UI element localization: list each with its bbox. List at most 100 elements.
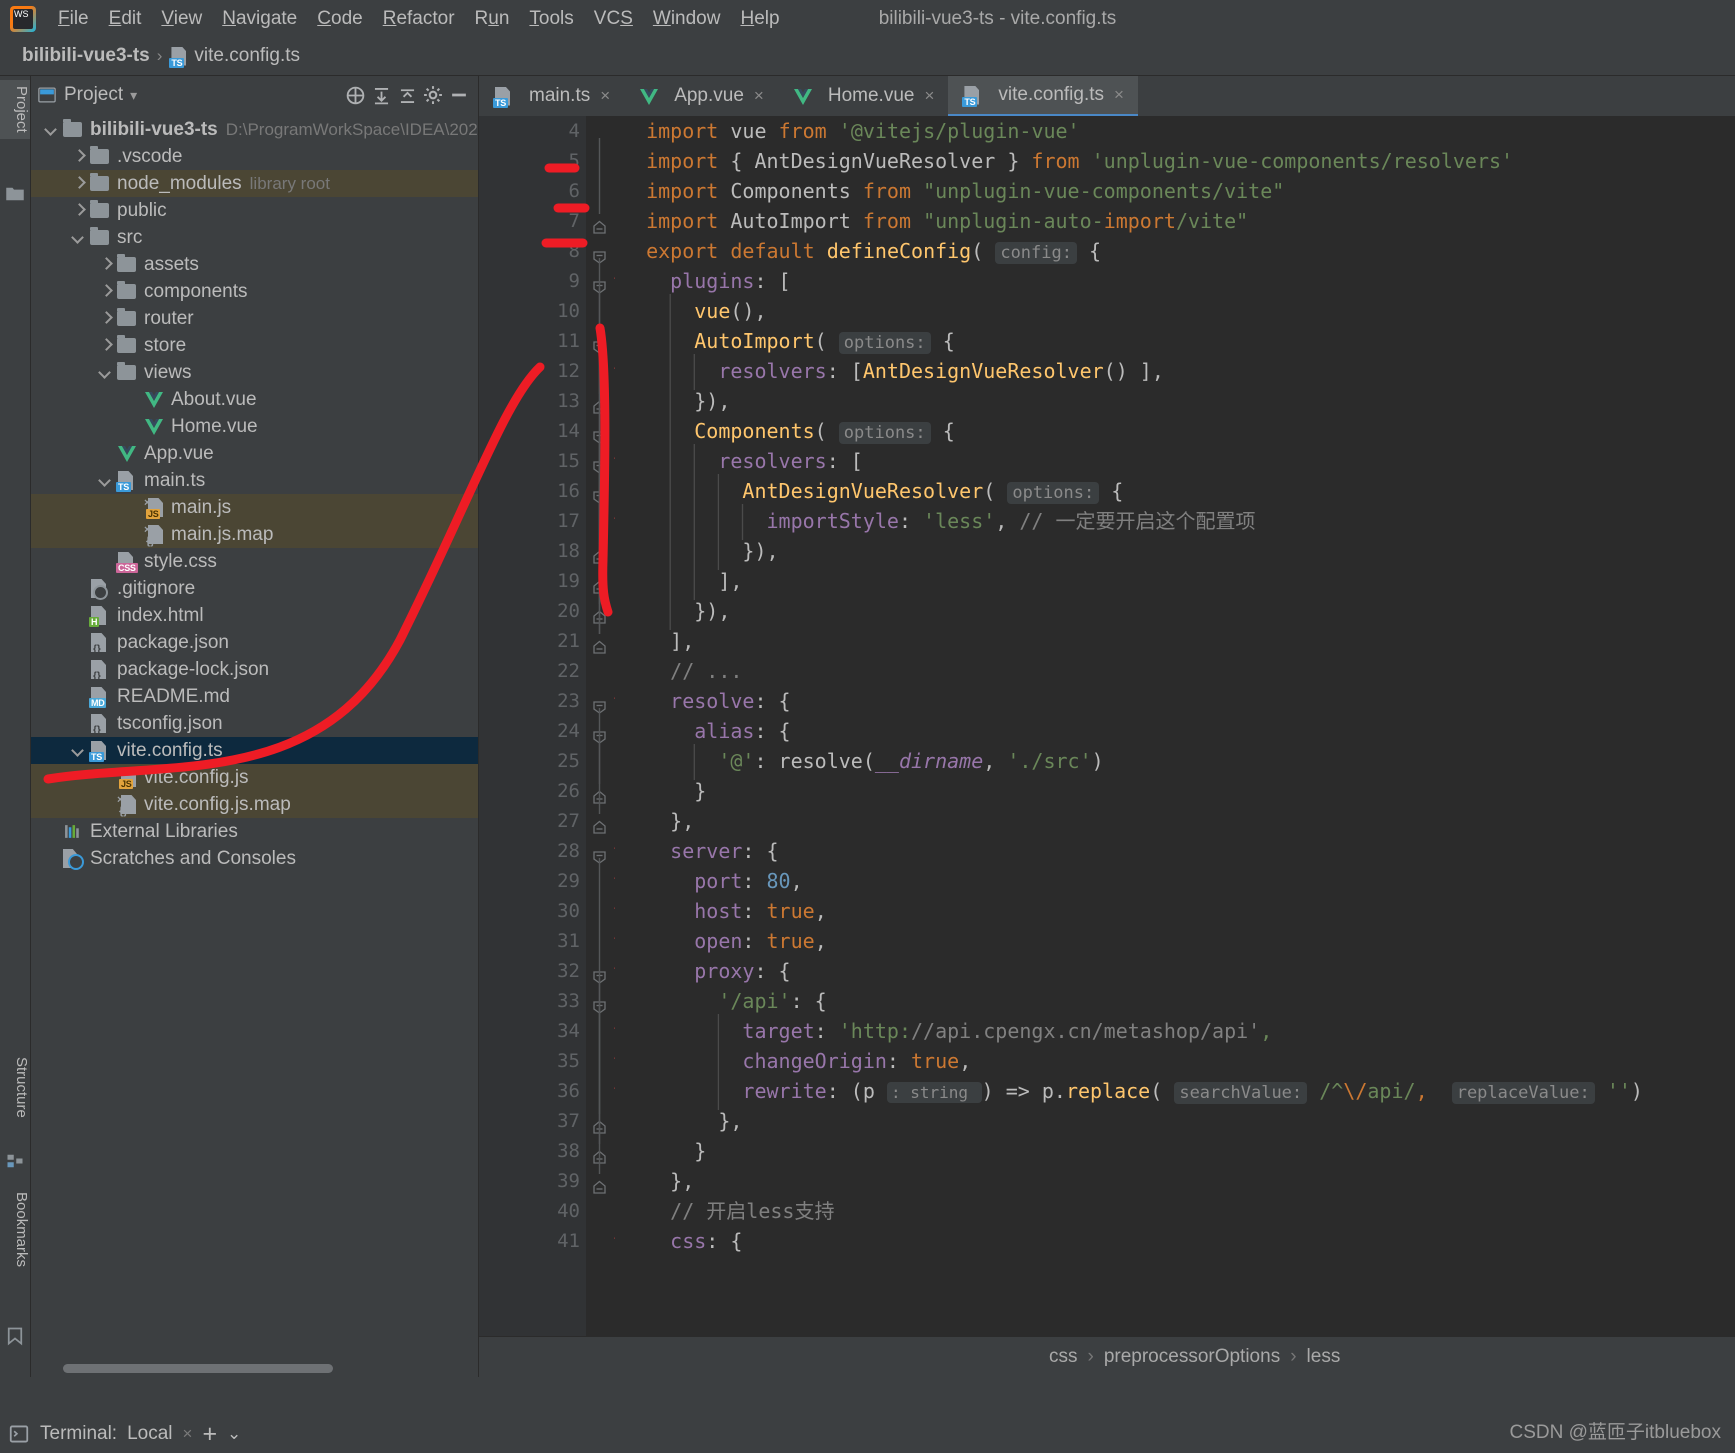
chevron-down-icon[interactable]: ▾ (130, 87, 137, 104)
tree-item[interactable]: package-lock.json (31, 656, 478, 683)
menu-view[interactable]: View (151, 5, 212, 33)
fold-collapse-icon[interactable] (592, 213, 607, 228)
code-line[interactable]: Components( options: { (622, 416, 1735, 446)
expand-all-icon[interactable] (368, 82, 394, 108)
breadcrumb-item-0[interactable]: css (1049, 1346, 1078, 1368)
gear-icon[interactable] (420, 82, 446, 108)
chevron-right-icon[interactable] (70, 175, 87, 192)
code-line[interactable]: resolvers: [AntDesignVueResolver() ], (622, 356, 1735, 386)
code-line[interactable]: // ... (622, 656, 1735, 686)
close-icon[interactable]: × (600, 86, 610, 106)
code-line[interactable]: alias: { (622, 716, 1735, 746)
fold-expand-icon[interactable] (592, 453, 607, 468)
menu-window[interactable]: Window (643, 5, 731, 33)
scroll-from-source-icon[interactable] (342, 82, 368, 108)
tree-item[interactable]: public (31, 197, 478, 224)
code-line[interactable]: vue(), (622, 296, 1735, 326)
editor-tab[interactable]: TSmain.ts× (479, 76, 624, 116)
tree-item[interactable]: ×{}main.js.map (31, 521, 478, 548)
tree-item[interactable]: components (31, 278, 478, 305)
chevron-right-icon[interactable] (97, 310, 114, 327)
fold-expand-icon[interactable] (592, 333, 607, 348)
tool-window-bookmarks[interactable]: Bookmarks (0, 1186, 30, 1273)
close-icon[interactable]: × (1114, 85, 1124, 105)
menu-vcs[interactable]: VCS (584, 5, 643, 33)
tree-item[interactable]: CSSstyle.css (31, 548, 478, 575)
chevron-down-icon[interactable] (70, 742, 87, 759)
code-line[interactable]: }), (622, 386, 1735, 416)
code-line[interactable]: server: { (622, 836, 1735, 866)
breadcrumb-item-2[interactable]: less (1307, 1346, 1341, 1368)
code-line[interactable]: }), (622, 536, 1735, 566)
close-icon[interactable]: × (183, 1424, 193, 1444)
menu-edit[interactable]: Edit (99, 5, 152, 33)
code-line[interactable]: rewrite: (p : string ) => p.replace( sea… (622, 1076, 1735, 1106)
tree-item[interactable]: bilibili-vue3-tsD:\ProgramWorkSpace\IDEA… (31, 116, 478, 143)
fold-expand-icon[interactable] (592, 993, 607, 1008)
code-line[interactable]: import AutoImport from "unplugin-auto-im… (622, 206, 1735, 236)
tree-item[interactable]: views (31, 359, 478, 386)
fold-collapse-icon[interactable] (592, 1113, 607, 1128)
tree-item[interactable]: node_moduleslibrary root (31, 170, 478, 197)
project-tree[interactable]: bilibili-vue3-tsD:\ProgramWorkSpace\IDEA… (31, 114, 478, 1377)
code-editor[interactable]: 4567890101112013141501617018192021222302… (479, 116, 1735, 1336)
fold-expand-icon[interactable] (592, 963, 607, 978)
tool-window-project[interactable]: Project (0, 80, 30, 139)
tree-item[interactable]: Hindex.html (31, 602, 478, 629)
code-line[interactable]: } (622, 776, 1735, 806)
fold-collapse-icon[interactable] (592, 573, 607, 588)
code-line[interactable]: open: true, (622, 926, 1735, 956)
tree-item[interactable]: store (31, 332, 478, 359)
tree-item[interactable]: package.json (31, 629, 478, 656)
chevron-right-icon[interactable] (70, 148, 87, 165)
menu-code[interactable]: Code (307, 5, 372, 33)
tree-item[interactable]: tsconfig.json (31, 710, 478, 737)
code-line[interactable]: port: 80, (622, 866, 1735, 896)
fold-collapse-icon[interactable] (592, 603, 607, 618)
tree-item[interactable]: router (31, 305, 478, 332)
menu-tools[interactable]: Tools (519, 5, 583, 33)
tree-item[interactable]: .gitignore (31, 575, 478, 602)
code-line[interactable]: ], (622, 566, 1735, 596)
fold-collapse-icon[interactable] (592, 1173, 607, 1188)
code-line[interactable]: plugins: [ (622, 266, 1735, 296)
code-line[interactable]: resolve: { (622, 686, 1735, 716)
code-line[interactable]: proxy: { (622, 956, 1735, 986)
tree-item[interactable]: App.vue (31, 440, 478, 467)
chevron-right-icon[interactable] (70, 202, 87, 219)
code-line[interactable]: '@': resolve(__dirname, './src') (622, 746, 1735, 776)
tree-item[interactable]: Scratches and Consoles (31, 845, 478, 872)
code-line[interactable]: target: 'http://api.cpengx.cn/metashop/a… (622, 1016, 1735, 1046)
code-line[interactable]: import { AntDesignVueResolver } from 'un… (622, 146, 1735, 176)
tree-item[interactable]: ×{}vite.config.js.map (31, 791, 478, 818)
code-line[interactable]: importStyle: 'less', // 一定要开启这个配置项 (622, 506, 1735, 536)
code-line[interactable]: }, (622, 1106, 1735, 1136)
project-title-group[interactable]: Project ▾ (37, 84, 137, 106)
menu-help[interactable]: Help (730, 5, 789, 33)
chevron-down-icon[interactable] (43, 121, 60, 138)
chevron-right-icon[interactable] (97, 256, 114, 273)
tree-item[interactable]: assets (31, 251, 478, 278)
chevron-right-icon[interactable] (97, 283, 114, 300)
close-icon[interactable]: × (754, 86, 764, 106)
structure-icon[interactable] (5, 1151, 25, 1171)
fold-expand-icon[interactable] (592, 273, 607, 288)
fold-expand-icon[interactable] (592, 423, 607, 438)
fold-expand-icon[interactable] (592, 843, 607, 858)
tool-window-structure[interactable]: Structure (0, 1051, 30, 1124)
editor-tab[interactable]: App.vue× (624, 76, 778, 116)
chevron-down-icon[interactable]: ⌄ (227, 1424, 241, 1444)
terminal-icon[interactable] (8, 1423, 30, 1445)
code-line[interactable]: }, (622, 1166, 1735, 1196)
fold-collapse-icon[interactable] (592, 1143, 607, 1158)
code-line[interactable]: css: { (622, 1226, 1735, 1256)
tree-item[interactable]: About.vue (31, 386, 478, 413)
editor-tab[interactable]: Home.vue× (778, 76, 949, 116)
code-line[interactable]: }, (622, 806, 1735, 836)
code-line[interactable]: '/api': { (622, 986, 1735, 1016)
editor-tab[interactable]: TSvite.config.ts× (948, 76, 1138, 116)
chevron-down-icon[interactable] (97, 364, 114, 381)
code-folding-column[interactable] (586, 116, 614, 1336)
navbar-file[interactable]: TS vite.config.ts (169, 45, 300, 67)
code-line[interactable]: } (622, 1136, 1735, 1166)
